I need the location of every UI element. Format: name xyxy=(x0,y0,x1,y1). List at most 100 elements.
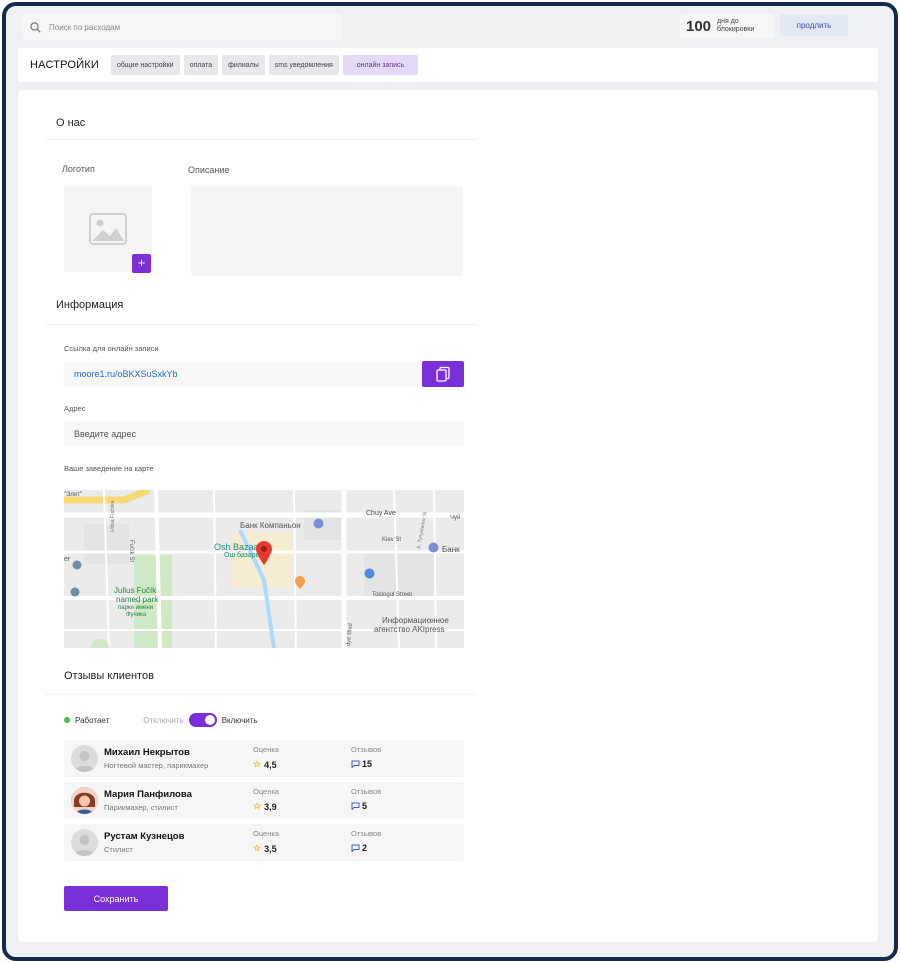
star-icon: ☆ xyxy=(253,843,262,853)
reviews-title: Отзывы клиентов xyxy=(64,670,154,682)
reviewer-role: Ногтевой мастер, парикмахер xyxy=(104,761,209,770)
image-placeholder-icon xyxy=(89,213,127,245)
extend-button[interactable]: продлить xyxy=(780,14,848,36)
comment-icon xyxy=(351,802,360,810)
map-label: Ваше заведение на карте xyxy=(64,464,154,473)
map-label-bank: Банк Компаньон xyxy=(240,521,301,530)
rating-label: Оценка xyxy=(253,787,279,796)
map-label-chuy: Chuy Ave xyxy=(366,510,396,517)
review-row[interactable]: Мария Панфилова Парикмахер, стилист Оцен… xyxy=(64,782,464,819)
address-input[interactable] xyxy=(64,421,464,447)
count-label: Отзывов xyxy=(351,787,382,796)
divider xyxy=(46,694,476,695)
rating-label: Оценка xyxy=(253,829,279,838)
map-label-toktogul: Toktogul Street xyxy=(372,592,413,598)
map-label-julius-1: Julius Fučík xyxy=(114,586,157,595)
tab-sms[interactable]: sms уведомления xyxy=(268,55,339,75)
star-icon: ☆ xyxy=(253,801,262,811)
info-title: Информация xyxy=(56,299,124,311)
reviews-toggle[interactable] xyxy=(188,713,217,727)
map-label-chu: Чуй xyxy=(450,515,461,521)
review-count: 5 xyxy=(362,801,368,811)
map-label-julius-ru-1: парки имени xyxy=(118,605,154,611)
tab-branches[interactable]: филиалы xyxy=(222,55,265,75)
copy-icon xyxy=(436,366,450,382)
tab-online-booking[interactable]: онлайн запись xyxy=(342,55,419,75)
map-label-fucik: Fučík St xyxy=(128,540,134,563)
tab-payment[interactable]: оплата xyxy=(183,55,219,75)
reviews-status-row: Работает Отключить Включить xyxy=(64,713,324,727)
transit-icon-2 xyxy=(70,587,80,597)
reviewer-name: Мария Панфилова xyxy=(104,789,192,800)
bank-icon-2 xyxy=(428,542,439,553)
reviewer-name: Михаил Некрытов xyxy=(104,747,190,758)
count-label: Отзывов xyxy=(351,745,382,754)
status-dot xyxy=(64,717,70,723)
plus-icon: + xyxy=(137,255,146,270)
map-pin-icon xyxy=(256,541,272,565)
reviewer-role: Парикмахер, стилист xyxy=(104,803,178,812)
add-logo-button[interactable]: + xyxy=(132,254,151,273)
divider xyxy=(46,324,476,325)
map-label-bank2: Банк xyxy=(442,545,460,554)
save-button[interactable]: Сохранить xyxy=(64,886,168,911)
bank-icon xyxy=(313,518,324,529)
search-placeholder: Поиск по расходам xyxy=(49,22,121,32)
divider xyxy=(46,139,476,140)
search-icon xyxy=(30,21,41,33)
disable-label[interactable]: Отключить xyxy=(143,716,183,725)
booking-link-field[interactable]: moore1.ru/oBKXSuSxkYb xyxy=(64,361,464,387)
days-label-2: блокировки xyxy=(717,26,755,33)
review-count: 2 xyxy=(362,843,368,853)
transit-icon xyxy=(72,560,82,570)
reviewer-name: Рустам Кузнецов xyxy=(104,831,185,842)
description-field[interactable] xyxy=(191,186,463,276)
days-label-1: дня до xyxy=(717,18,739,25)
rating-value: 4,5 xyxy=(264,759,277,770)
count-label: Отзывов xyxy=(351,829,382,838)
address-label: Адрес xyxy=(64,404,86,413)
copy-link-button[interactable] xyxy=(422,361,464,387)
settings-tabs-bar: НАСТРОЙКИ общие настройки оплата филиалы… xyxy=(18,48,878,82)
map-label-kiev: Kiev St xyxy=(382,537,402,543)
rating-value: 3,5 xyxy=(264,843,277,854)
toggle-knob xyxy=(204,715,215,725)
map-label-julius-2: named park xyxy=(116,595,159,604)
map-label-julius-ru-2: Фучика xyxy=(126,612,147,618)
rating-value: 3,9 xyxy=(264,801,277,812)
page-title: НАСТРОЙКИ xyxy=(30,59,100,71)
map-label-er: er xyxy=(64,556,71,563)
shop-icon xyxy=(364,568,375,579)
avatar xyxy=(71,745,98,772)
tab-general[interactable]: общие настройки xyxy=(111,55,180,75)
logo-label: Логотип xyxy=(62,164,95,174)
description-label: Описание xyxy=(188,165,230,175)
avatar xyxy=(71,829,98,856)
address-field[interactable] xyxy=(64,421,464,447)
days-left-badge: 100 дня до блокировки xyxy=(680,14,774,38)
rating-label: Оценка xyxy=(253,745,279,754)
search-box[interactable]: Поиск по расходам xyxy=(22,14,342,40)
settings-panel: О нас Логотип Описание + Информация Ссыл… xyxy=(18,90,878,942)
avatar xyxy=(71,787,98,814)
comment-icon xyxy=(351,844,360,852)
booking-link-value[interactable]: moore1.ru/oBKXSuSxkYb xyxy=(74,369,178,379)
days-number: 100 xyxy=(686,17,712,35)
map-label-elit: "Элит" xyxy=(64,492,82,498)
app-window: Поиск по расходам 100 дня до блокировки п… xyxy=(2,2,898,961)
location-map[interactable]: "Элит" Банк Компаньон Chuy Ave Чуй Osh B… xyxy=(64,490,464,648)
restaurant-icon xyxy=(295,576,305,589)
link-label: Ссылка для онлайн записи xyxy=(64,344,159,353)
star-icon: ☆ xyxy=(253,759,262,769)
map-label-info-1: Информационное xyxy=(382,616,449,625)
review-row[interactable]: Михаил Некрытов Ногтевой мастер, парикма… xyxy=(64,740,464,777)
map-label-info-2: агентство AKIpress xyxy=(374,625,445,634)
comment-icon xyxy=(351,760,360,768)
top-bar: Поиск по расходам 100 дня до блокировки п… xyxy=(18,12,880,42)
enable-label[interactable]: Включить xyxy=(222,716,258,725)
about-title: О нас xyxy=(56,117,86,129)
reviewer-role: Стилист xyxy=(104,845,133,854)
review-count: 15 xyxy=(362,759,373,769)
status-text: Работает xyxy=(75,715,110,725)
review-row[interactable]: Рустам Кузнецов Стилист Оценка ☆ 3,5 Отзы… xyxy=(64,824,464,861)
